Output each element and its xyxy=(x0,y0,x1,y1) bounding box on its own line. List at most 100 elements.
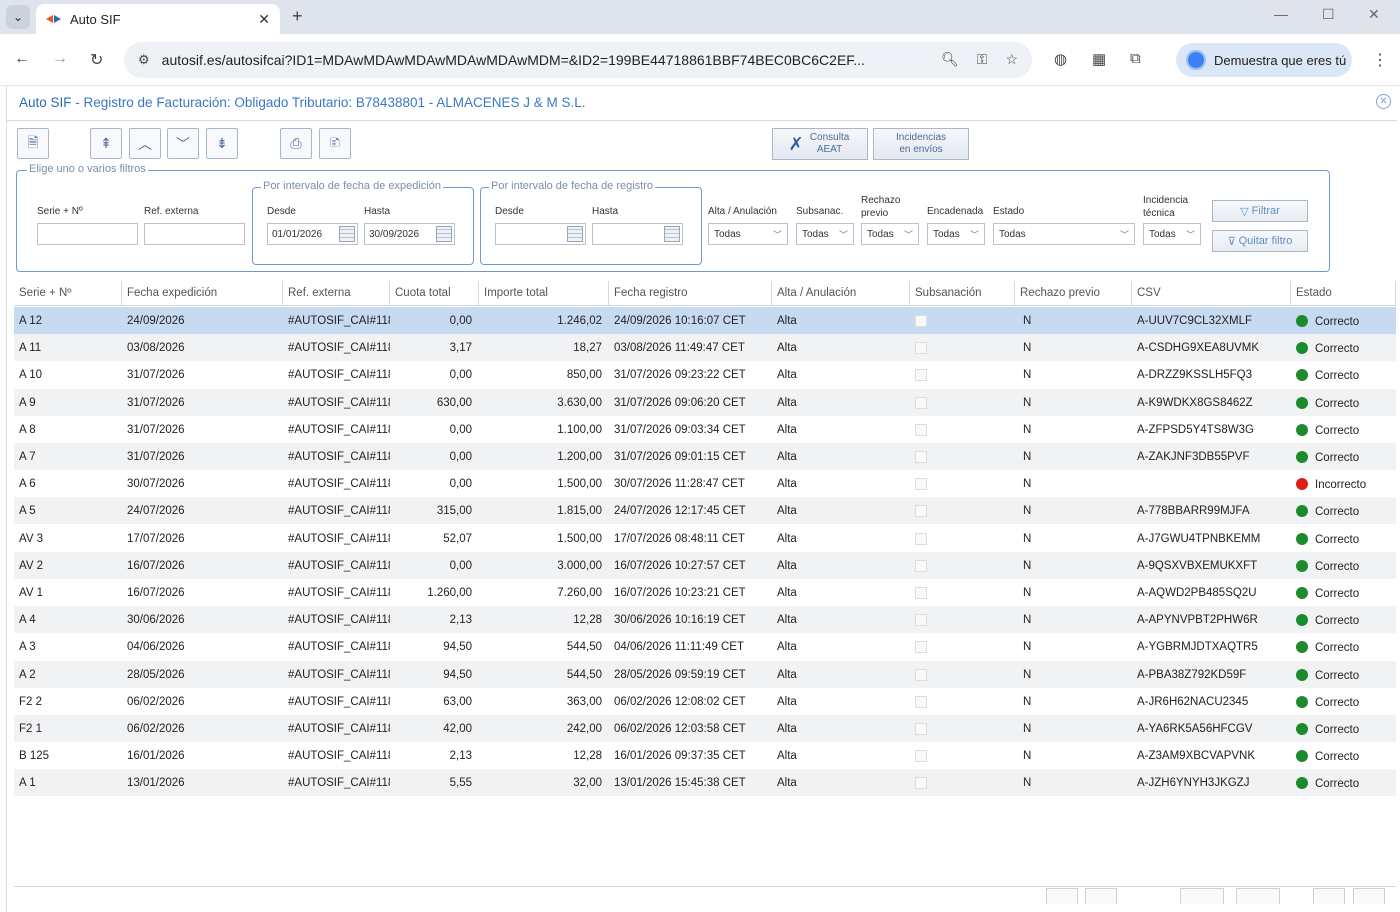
column-header[interactable]: Alta / Anulación xyxy=(772,281,910,306)
serie-cell: A 8 xyxy=(19,423,36,436)
table-row[interactable]: A 4 30/06/2026 #AUTOSIF_CAI#118 2,13 12,28 30… xyxy=(14,606,1396,634)
new-tab-icon[interactable]: + xyxy=(292,6,303,27)
calendar-icon[interactable] xyxy=(664,226,680,242)
print-button[interactable]: ⎙ xyxy=(280,128,312,159)
table-row[interactable]: A 6 30/07/2026 #AUTOSIF_CAI#118 0,00 1.500,0… xyxy=(14,470,1396,497)
column-header[interactable]: Fecha registro xyxy=(609,281,772,306)
calendar-icon[interactable] xyxy=(567,226,583,242)
incidencias-envios-button[interactable]: Incidencias en envíos xyxy=(873,128,969,160)
pager-page-size[interactable] xyxy=(1236,888,1280,904)
table-row[interactable]: F2 1 06/02/2026 #AUTOSIF_CAI#118 42,00 242,0… xyxy=(14,715,1396,742)
dropdown-chevron-icon: ﹀ xyxy=(969,230,979,240)
panel-close-icon[interactable]: ✕ xyxy=(1376,94,1391,109)
qr-code-icon[interactable]: ▦ xyxy=(1092,50,1106,68)
forward-icon[interactable]: → xyxy=(52,50,68,68)
password-key-icon[interactable]: ⚿ xyxy=(977,51,988,68)
pager-page-input[interactable] xyxy=(1180,888,1224,904)
column-header[interactable]: Ref. externa xyxy=(283,281,390,306)
column-header[interactable]: Fecha expedición xyxy=(122,281,283,306)
table-row[interactable]: A 9 31/07/2026 #AUTOSIF_CAI#118 630,00 3.630… xyxy=(14,388,1396,416)
table-row[interactable]: A 12 24/09/2026 #AUTOSIF_CAI#118 0,00 1.246,… xyxy=(14,307,1396,334)
column-header[interactable]: Estado xyxy=(1291,281,1396,306)
column-header[interactable]: Importe total xyxy=(479,281,609,306)
alta-cell: Alta xyxy=(777,451,797,463)
column-header[interactable]: Cuota total xyxy=(390,281,479,306)
window-close-icon[interactable]: ✕ xyxy=(1368,6,1380,23)
extension-globe-icon[interactable]: ◍ xyxy=(1054,50,1067,68)
pager-prev-button[interactable] xyxy=(1085,888,1117,904)
pager-last-button[interactable] xyxy=(1353,888,1385,904)
previous-record-button[interactable]: ︿ xyxy=(129,128,161,159)
table-row[interactable]: B 125 16/01/2026 #AUTOSIF_CAI#118 2,13 12,28… xyxy=(14,742,1396,769)
incidencia-select[interactable]: Todas ﹀ xyxy=(1143,223,1201,245)
column-header[interactable]: Subsanación xyxy=(910,281,1015,306)
dropdown-chevron-icon: ﹀ xyxy=(1185,230,1195,240)
column-header[interactable]: Rechazo previo xyxy=(1015,281,1132,306)
importe-cell: 12,28 xyxy=(573,614,602,627)
table-row[interactable]: A 5 24/07/2026 #AUTOSIF_CAI#118 315,00 1.815… xyxy=(14,497,1396,525)
fecha-cell: 17/07/2026 xyxy=(127,532,185,545)
tab-search-icon[interactable]: ⌄ xyxy=(6,5,30,29)
subsanac-select[interactable]: Todas ﹀ xyxy=(796,223,854,245)
table-row[interactable]: AV 3 17/07/2026 #AUTOSIF_CAI#118 52,07 1.500… xyxy=(14,525,1396,552)
maximize-icon[interactable]: ☐ xyxy=(1322,6,1335,23)
table-row[interactable]: A 8 31/07/2026 #AUTOSIF_CAI#118 0,00 1.100,0… xyxy=(14,416,1396,443)
bookmark-star-icon[interactable]: ☆ xyxy=(1005,51,1018,68)
calendar-icon[interactable] xyxy=(436,226,452,242)
back-icon[interactable]: ← xyxy=(14,50,30,68)
address-bar[interactable]: ⚙ autosif.es/autosifcai?ID1=MDAwMDAwMDAw… xyxy=(124,42,1032,78)
column-header[interactable]: CSV xyxy=(1132,281,1291,306)
table-row[interactable]: A 2 28/05/2026 #AUTOSIF_CAI#118 94,50 544,50… xyxy=(14,660,1396,688)
column-header[interactable]: Serie + Nº xyxy=(14,281,122,306)
table-row[interactable]: A 7 31/07/2026 #AUTOSIF_CAI#118 0,00 1.200,0… xyxy=(14,443,1396,470)
export-excel-button[interactable]: 🗈 xyxy=(319,128,351,159)
serie-cell: A 7 xyxy=(19,451,36,463)
profile-button[interactable]: Demuestra que eres tú xyxy=(1176,43,1352,77)
minimize-icon[interactable]: — xyxy=(1274,6,1288,22)
ref-externa-input[interactable] xyxy=(144,223,245,245)
calendar-icon[interactable] xyxy=(339,226,355,242)
first-record-button[interactable]: ⇞ xyxy=(90,128,122,159)
table-row[interactable]: AV 2 16/07/2026 #AUTOSIF_CAI#118 0,00 3.000,… xyxy=(14,551,1396,579)
rechazo-cell: N xyxy=(1023,587,1032,599)
alta-select[interactable]: Todas ﹀ xyxy=(708,223,788,245)
ref-cell: #AUTOSIF_CAI#118 xyxy=(288,396,390,409)
fecha-cell: 04/06/2026 xyxy=(127,641,185,654)
estado-select[interactable]: Todas ﹀ xyxy=(993,223,1135,245)
url-text[interactable]: autosif.es/autosifcai?ID1=MDAwMDAwMDAwMD… xyxy=(162,52,922,68)
view-document-button[interactable]: 🗎 xyxy=(17,128,49,159)
zoom-icon[interactable]: 🔍︎ xyxy=(941,51,959,68)
last-record-button[interactable]: ⇟ xyxy=(206,128,238,159)
pager-first-button[interactable] xyxy=(1046,888,1078,904)
serie-input[interactable] xyxy=(37,223,138,245)
filtrar-button[interactable]: ▽ Filtrar xyxy=(1212,200,1308,222)
extensions-puzzle-icon[interactable]: ⧉ xyxy=(1130,50,1141,67)
table-row[interactable]: A 1 13/01/2026 #AUTOSIF_CAI#118 5,55 32,00 13… xyxy=(14,769,1396,797)
reload-icon[interactable]: ↻ xyxy=(90,50,103,70)
browser-menu-icon[interactable]: ⋮ xyxy=(1372,50,1388,70)
consulta-aeat-button[interactable]: ✗ Consulta AEAT xyxy=(772,128,868,160)
exp-desde-input[interactable]: 01/01/2026 xyxy=(267,223,358,245)
reg-desde-input[interactable] xyxy=(495,223,586,245)
site-info-icon[interactable]: ⚙ xyxy=(138,52,150,68)
importe-cell: 363,00 xyxy=(566,695,602,708)
table-row[interactable]: F2 2 06/02/2026 #AUTOSIF_CAI#118 63,00 363,0… xyxy=(14,688,1396,715)
tab-close-icon[interactable]: ✕ xyxy=(258,11,270,28)
table-row[interactable]: A 10 31/07/2026 #AUTOSIF_CAI#118 0,00 850,00… xyxy=(14,361,1396,388)
reg-hasta-input[interactable] xyxy=(592,223,683,245)
browser-tab[interactable]: Auto SIF ✕ xyxy=(36,4,280,34)
rechazo-select[interactable]: Todas ﹀ xyxy=(861,223,919,245)
encadenada-select[interactable]: Todas ﹀ xyxy=(927,223,985,245)
table-row[interactable]: AV 1 16/07/2026 #AUTOSIF_CAI#118 1.260,00 7.… xyxy=(14,579,1396,606)
quitar-filtro-button[interactable]: ⊽ Quitar filtro xyxy=(1212,230,1308,252)
subsanacion-checkbox xyxy=(915,559,927,572)
pager-next-button[interactable] xyxy=(1313,888,1345,904)
next-record-button[interactable]: ﹀ xyxy=(167,128,199,159)
table-row[interactable]: A 3 04/06/2026 #AUTOSIF_CAI#118 94,50 544,50… xyxy=(14,633,1396,660)
alta-cell: Alta xyxy=(777,641,797,654)
importe-cell: 1.815,00 xyxy=(557,505,602,518)
rechazo-cell: N xyxy=(1023,723,1032,735)
table-row[interactable]: A 11 03/08/2026 #AUTOSIF_CAI#118 3,17 18,27 0… xyxy=(14,334,1396,362)
exp-hasta-input[interactable]: 30/09/2026 xyxy=(364,223,455,245)
rechazo-cell: N xyxy=(1023,369,1032,382)
